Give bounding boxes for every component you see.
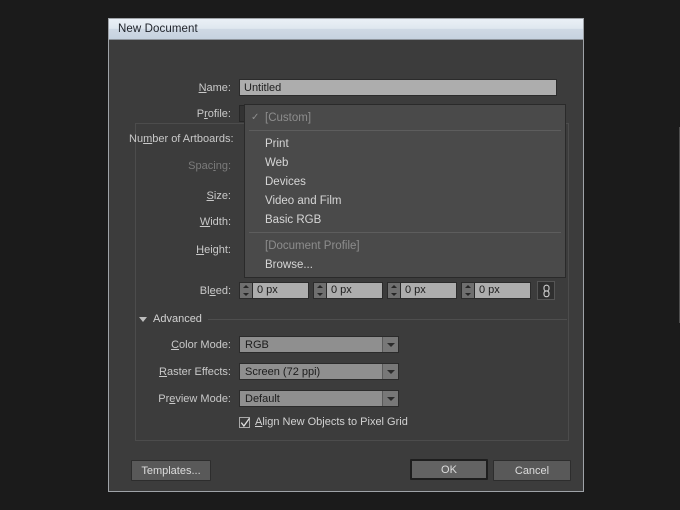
ok-button[interactable]: OK [410, 459, 488, 480]
checkmark-icon: ✓ [251, 112, 260, 123]
name-input[interactable]: Untitled [239, 79, 557, 96]
bleed-left-stepper[interactable]: 0 px [387, 282, 457, 299]
preview-mode-value: Default [245, 392, 280, 405]
align-pixel-grid-row[interactable]: Align New Objects to Pixel Grid [239, 416, 569, 428]
stepper-arrows-icon[interactable] [387, 282, 400, 299]
cancel-button[interactable]: Cancel [493, 460, 571, 481]
profile-dropdown-list[interactable]: ✓ [Custom] Print Web Devices Video and Film Ba… [244, 104, 566, 278]
profile-dropdown-item-label: [Custom] [265, 111, 312, 124]
profile-dropdown-item[interactable]: Devices [245, 172, 565, 191]
dialog-titlebar[interactable]: New Document [109, 19, 583, 40]
profile-dropdown-item[interactable]: ✓ [Custom] [245, 108, 565, 127]
color-mode-combobox[interactable]: RGB [239, 336, 399, 353]
profile-dropdown-item[interactable]: Web [245, 153, 565, 172]
chevron-down-icon[interactable] [382, 364, 398, 379]
stepper-arrows-icon[interactable] [461, 282, 474, 299]
color-mode-value: RGB [245, 338, 269, 351]
profile-dropdown-item-label: Browse... [265, 258, 313, 271]
profile-label: Profile: [196, 107, 231, 120]
number-of-artboards-label: Number of Artboards: [129, 133, 234, 145]
stepper-arrows-icon[interactable] [239, 282, 252, 299]
bleed-top-stepper[interactable]: 0 px [239, 282, 309, 299]
name-row: Name: Untitled [129, 79, 569, 96]
size-label: Size: [206, 190, 231, 202]
profile-dropdown-item[interactable]: [Document Profile] [245, 236, 565, 255]
align-pixel-grid-checkbox[interactable] [239, 416, 250, 428]
width-label: Width: [199, 216, 231, 228]
profile-dropdown-item-label: Web [265, 156, 289, 169]
advanced-section-label: Advanced [153, 313, 202, 325]
bleed-top-input[interactable]: 0 px [252, 282, 309, 299]
profile-dropdown-item-label: [Document Profile] [265, 239, 360, 252]
profile-dropdown-item[interactable]: Video and Film [245, 191, 565, 210]
preview-mode-row: Preview Mode: Default [129, 390, 569, 407]
bleed-label: Bleed: [199, 284, 231, 297]
profile-dropdown-item[interactable]: Browse... [245, 255, 565, 274]
profile-dropdown-item-label: Print [265, 137, 289, 150]
triangle-down-icon[interactable] [139, 316, 147, 322]
spacing-label: Spacing: [188, 160, 231, 172]
profile-dropdown-item[interactable]: Print [245, 134, 565, 153]
bleed-bottom-input[interactable]: 0 px [326, 282, 383, 299]
bleed-bottom-stepper[interactable]: 0 px [313, 282, 383, 299]
preview-mode-combobox[interactable]: Default [239, 390, 399, 407]
chevron-down-icon[interactable] [382, 337, 398, 352]
stepper-arrows-icon[interactable] [313, 282, 326, 299]
name-label: Name: [198, 81, 231, 94]
dropdown-separator [249, 130, 561, 131]
chevron-down-icon[interactable] [382, 391, 398, 406]
raster-effects-row: Raster Effects: Screen (72 ppi) [129, 363, 569, 380]
bleed-row: Bleed: 0 px 0 px 0 px 0 px [129, 281, 579, 300]
align-pixel-grid-label: Align New Objects to Pixel Grid [255, 416, 408, 428]
raster-effects-value: Screen (72 ppi) [245, 365, 321, 378]
profile-dropdown-item-label: Devices [265, 175, 306, 188]
raster-effects-combobox[interactable]: Screen (72 ppi) [239, 363, 399, 380]
preview-mode-label: Preview Mode: [158, 392, 231, 405]
dropdown-separator [249, 232, 561, 233]
color-mode-label: Color Mode: [171, 338, 231, 351]
templates-button[interactable]: Templates... [131, 460, 211, 481]
bleed-right-stepper[interactable]: 0 px [461, 282, 531, 299]
dialog-title: New Document [118, 23, 198, 35]
section-divider [207, 318, 567, 320]
bleed-right-input[interactable]: 0 px [474, 282, 531, 299]
advanced-section-header[interactable]: Advanced [139, 313, 567, 325]
height-label: Height: [196, 244, 231, 256]
raster-effects-label: Raster Effects: [159, 365, 231, 378]
bleed-left-input[interactable]: 0 px [400, 282, 457, 299]
profile-dropdown-item-label: Video and Film [265, 194, 342, 207]
profile-dropdown-item-label: Basic RGB [265, 213, 322, 226]
color-mode-row: Color Mode: RGB [129, 336, 569, 353]
chain-link-icon[interactable] [537, 281, 555, 300]
profile-dropdown-item[interactable]: Basic RGB [245, 210, 565, 229]
